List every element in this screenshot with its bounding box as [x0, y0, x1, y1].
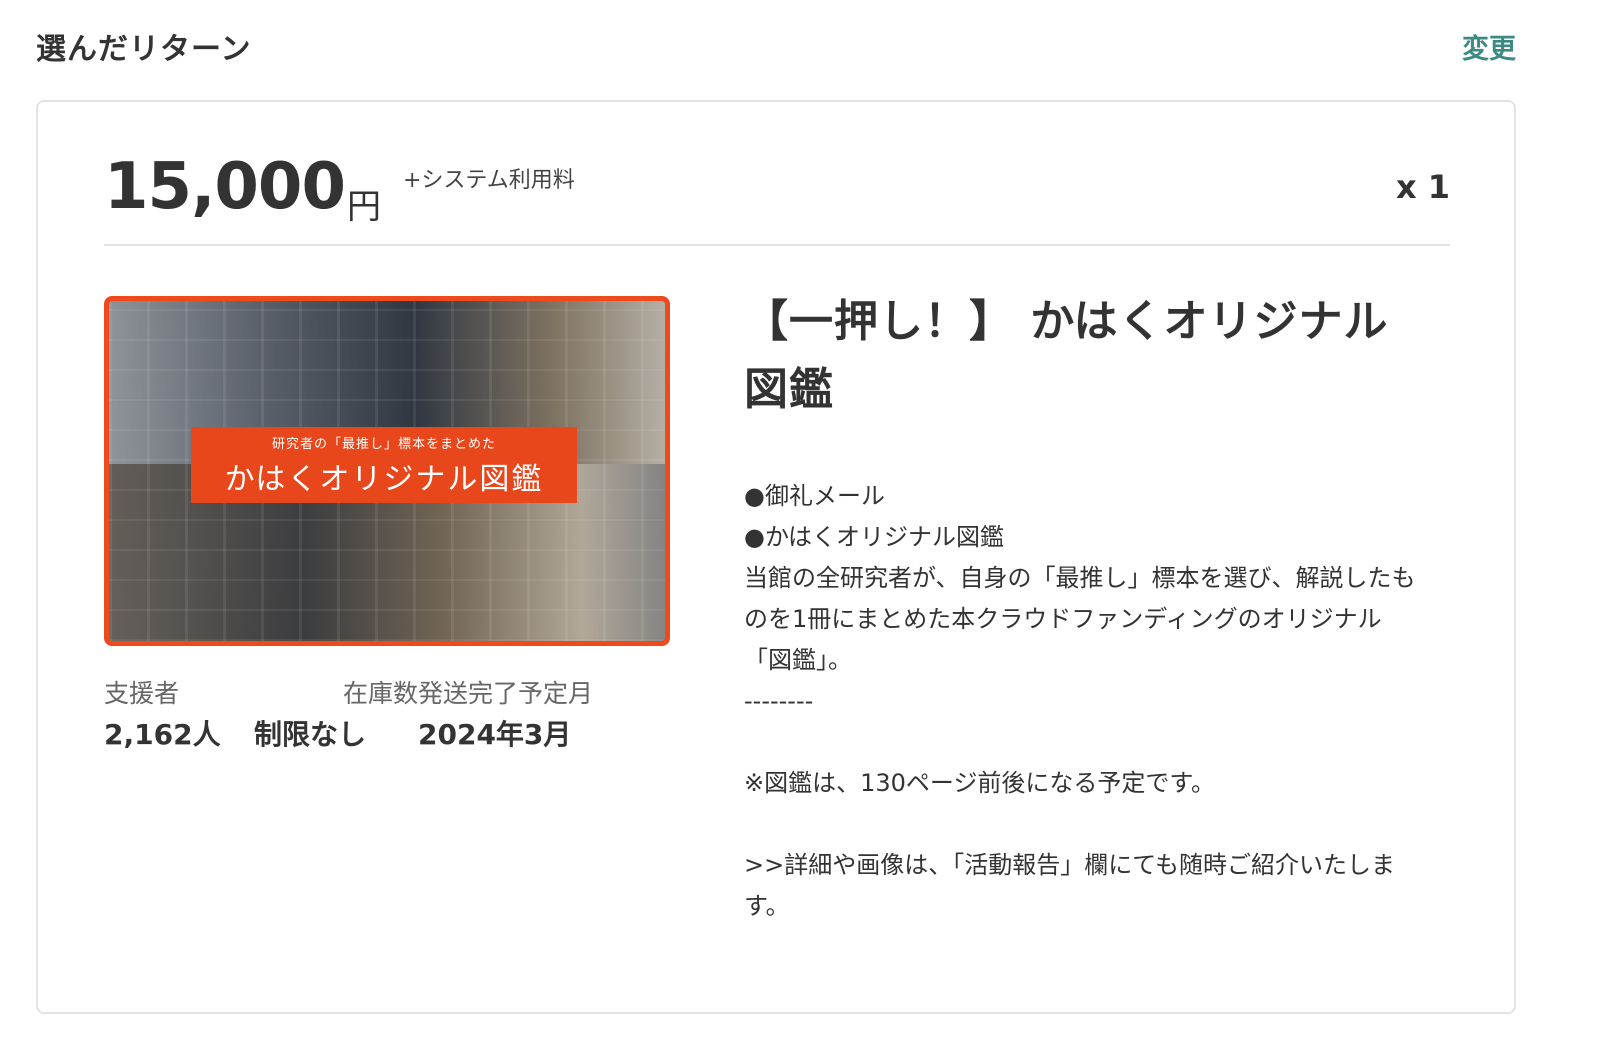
stat-value: 2024年3月: [418, 718, 572, 751]
page: 選んだリターン 変更 15,000 円 +システム利用料 x 1 研究者の「最推…: [0, 0, 1602, 1044]
stat-value: 2,162人: [104, 718, 221, 751]
stat-value: 制限なし: [254, 718, 367, 751]
section-title: 選んだリターン: [36, 32, 252, 67]
reward-details: 【一押し！】 かはくオリジナル図鑑 ●御礼メール ●かはくオリジナル図鑑 当館の…: [744, 288, 1424, 927]
quantity: x 1: [1395, 168, 1450, 206]
image-banner-subtitle: 研究者の「最推し」標本をまとめた: [271, 436, 496, 452]
image-banner: 研究者の「最推し」標本をまとめた かはくオリジナル図鑑: [191, 427, 577, 503]
stat-stock: 在庫数 制限なし: [254, 676, 418, 758]
stat-label: 在庫数: [342, 679, 418, 708]
reward-card: 15,000 円 +システム利用料 x 1 研究者の「最推し」標本をまとめた か…: [36, 100, 1516, 1014]
reward-image: 研究者の「最推し」標本をまとめた かはくオリジナル図鑑: [104, 296, 670, 646]
stat-label: 支援者: [104, 679, 180, 708]
price-row: 15,000 円 +システム利用料 x 1: [104, 132, 1450, 242]
price-currency: 円: [346, 187, 381, 227]
section-header: 選んだリターン 変更: [36, 22, 1516, 70]
change-link[interactable]: 変更: [1462, 27, 1516, 66]
divider: [104, 244, 1450, 246]
image-banner-title: かはくオリジナル図鑑: [224, 461, 544, 497]
price-amount: 15,000: [104, 150, 346, 224]
system-fee-note: +システム利用料: [402, 168, 575, 193]
stat-delivery-month: 発送完了予定月 2024年3月: [418, 676, 664, 758]
reward-description: ●御礼メール ●かはくオリジナル図鑑 当館の全研究者が、自身の「最推し」標本を選…: [744, 482, 1416, 920]
stat-label: 発送完了予定月: [418, 679, 594, 708]
reward-title: 【一押し！】 かはくオリジナル図鑑: [744, 296, 1389, 415]
stat-supporters: 支援者 2,162人: [104, 676, 254, 758]
reward-stats: 支援者 2,162人 在庫数 制限なし 発送完了予定月 2024年3月: [104, 676, 664, 758]
